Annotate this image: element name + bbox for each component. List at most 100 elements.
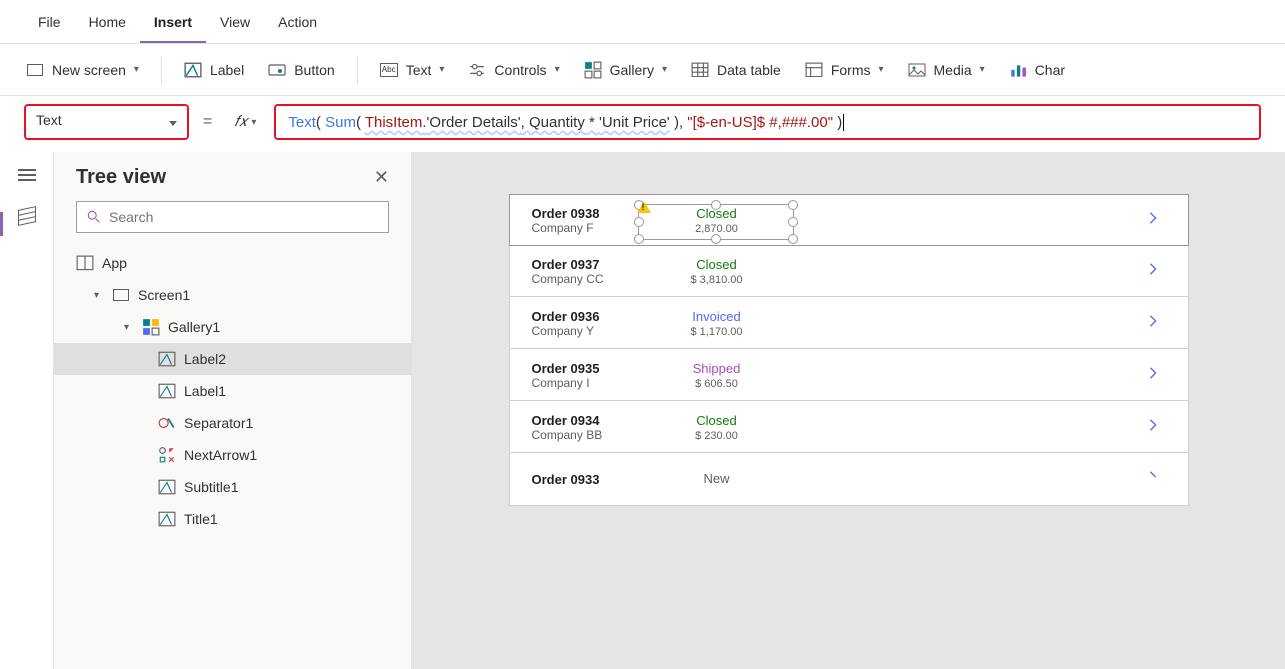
resize-handle[interactable] (634, 234, 644, 244)
label-icon (158, 352, 176, 366)
resize-handle[interactable] (634, 217, 644, 227)
next-arrow[interactable] (1146, 470, 1160, 489)
order-id: Order 0937 (532, 257, 642, 272)
design-canvas[interactable]: Order 0938 Company F Closed 2,870.00 O (412, 152, 1285, 669)
gallery-preview[interactable]: Order 0938 Company F Closed 2,870.00 O (509, 194, 1189, 506)
gallery-row[interactable]: Order 0937Company CC Closed$ 3,810.00 (510, 245, 1188, 297)
order-status: New (642, 471, 792, 486)
fx-button[interactable]: 𝑓𝑥▾ (226, 107, 264, 137)
selection-box[interactable] (638, 204, 794, 240)
tree-node-screen[interactable]: ▾ Screen1 (54, 279, 411, 311)
next-arrow[interactable] (1146, 366, 1160, 385)
new-screen-button[interactable]: New screen ▾ (16, 56, 149, 84)
order-company: Company Y (532, 324, 642, 338)
gallery-row[interactable]: Order 0935Company I Shipped$ 606.50 (510, 349, 1188, 401)
equals-sign: = (199, 113, 216, 131)
text-label: Text (406, 62, 432, 78)
menu-action[interactable]: Action (264, 6, 331, 43)
menu-view[interactable]: View (206, 6, 264, 43)
forms-dropdown[interactable]: Forms ▾ (795, 56, 894, 84)
resize-handle[interactable] (711, 234, 721, 244)
gallery-row[interactable]: Order 0938 Company F Closed 2,870.00 (509, 194, 1189, 246)
gallery-icon (142, 320, 160, 334)
tree-node-app[interactable]: App (54, 247, 411, 279)
order-price: $ 3,810.00 (642, 274, 792, 286)
tree-node-label2[interactable]: Label2 (54, 343, 411, 375)
label-button[interactable]: Label (174, 56, 254, 84)
order-id: Order 0936 (532, 309, 642, 324)
gallery-dropdown[interactable]: Gallery ▾ (574, 56, 677, 84)
app-menubar: File Home Insert View Action (0, 0, 1285, 44)
label-icon (158, 512, 176, 526)
gallery-row[interactable]: Order 0936Company Y Invoiced $ 1,170.00 (510, 297, 1188, 349)
tree-label: NextArrow1 (184, 447, 257, 463)
chart-label: Char (1035, 62, 1065, 78)
forms-icon (805, 63, 823, 77)
resize-handle[interactable] (788, 217, 798, 227)
tree-view-icon[interactable] (18, 206, 36, 224)
tree-view-panel: Tree view ✕ App ▾ Screen1 ▾ Gallery1 (54, 152, 412, 669)
expand-icon[interactable]: ▾ (94, 290, 104, 301)
datatable-button[interactable]: Data table (681, 56, 791, 84)
tree-label: App (102, 255, 127, 271)
order-price: $ 230.00 (642, 430, 792, 442)
expand-icon[interactable]: ▾ (124, 322, 134, 333)
main-area: Tree view ✕ App ▾ Screen1 ▾ Gallery1 (0, 152, 1285, 669)
order-id: Order 0935 (532, 361, 642, 376)
token-thisitem: ThisItem (365, 114, 423, 131)
active-indicator (0, 212, 3, 236)
menu-file[interactable]: File (24, 6, 75, 43)
tree-node-nextarrow[interactable]: NextArrow1 (54, 439, 411, 471)
label-icon (158, 384, 176, 398)
formula-input[interactable]: Text( Sum( ThisItem.'Order Details', Qua… (274, 104, 1261, 140)
tree-label: Label1 (184, 383, 226, 399)
tree-node-gallery[interactable]: ▾ Gallery1 (54, 311, 411, 343)
hamburger-icon[interactable] (18, 166, 36, 184)
next-arrow[interactable] (1146, 262, 1160, 281)
order-status: Invoiced (642, 309, 792, 324)
next-arrow[interactable] (1146, 314, 1160, 333)
property-selector[interactable]: Text (24, 104, 189, 140)
menu-insert[interactable]: Insert (140, 6, 206, 43)
media-dropdown[interactable]: Media ▾ (898, 56, 995, 84)
resize-handle[interactable] (788, 200, 798, 210)
order-price: $ 1,170.00 (642, 326, 792, 338)
chevron-down-icon: ▾ (980, 64, 985, 75)
order-company: Company BB (532, 428, 642, 442)
tree-label: Title1 (184, 511, 218, 527)
resize-handle[interactable] (711, 200, 721, 210)
token-format: "[$-en-US]$ #,###.00" (687, 114, 833, 131)
search-input[interactable] (109, 209, 378, 225)
tree-node-separator[interactable]: Separator1 (54, 407, 411, 439)
button-text: Button (294, 62, 334, 78)
token-field: 'Order Details' (427, 114, 521, 131)
tree-search[interactable] (76, 201, 389, 233)
chevron-down-icon: ▾ (878, 64, 883, 75)
media-label: Media (934, 62, 972, 78)
chart-button[interactable]: Char (999, 56, 1075, 84)
controls-dropdown[interactable]: Controls ▾ (458, 56, 569, 84)
gallery-row[interactable]: Order 0933 New (510, 453, 1188, 505)
gallery-icon (584, 63, 602, 77)
label-icon (158, 480, 176, 494)
token-unit: 'Unit Price' (599, 114, 670, 131)
tree-node-title[interactable]: Title1 (54, 503, 411, 535)
resize-handle[interactable] (788, 234, 798, 244)
menu-home[interactable]: Home (75, 6, 140, 43)
next-arrow[interactable] (1146, 211, 1160, 230)
warning-icon[interactable] (637, 201, 651, 213)
left-rail (0, 152, 54, 669)
tree-label: Screen1 (138, 287, 190, 303)
button-button[interactable]: Button (258, 56, 344, 84)
label-text: Label (210, 62, 244, 78)
insert-toolbar: New screen ▾ Label Button Abc Text ▾ Con… (0, 44, 1285, 96)
next-arrow[interactable] (1146, 418, 1160, 437)
tree-node-label1[interactable]: Label1 (54, 375, 411, 407)
datatable-label: Data table (717, 62, 781, 78)
tree-node-subtitle[interactable]: Subtitle1 (54, 471, 411, 503)
text-dropdown[interactable]: Abc Text ▾ (370, 56, 455, 84)
close-icon[interactable]: ✕ (374, 167, 389, 188)
screen-icon (112, 288, 130, 302)
gallery-row[interactable]: Order 0934Company BB Closed$ 230.00 (510, 401, 1188, 453)
controls-label: Controls (494, 62, 546, 78)
